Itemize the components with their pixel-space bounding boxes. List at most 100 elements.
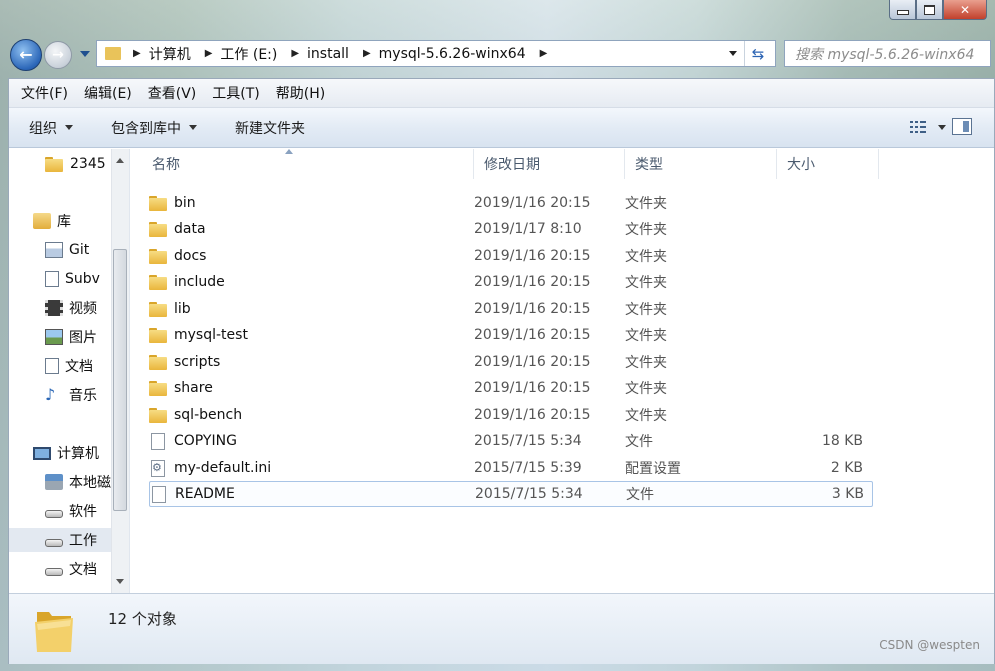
folder-icon: [149, 274, 167, 290]
file-name: mysql-test: [174, 327, 248, 343]
file-type: 文件: [626, 487, 654, 503]
breadcrumb-computer[interactable]: 计算机: [149, 44, 191, 64]
file-row[interactable]: COPYING 2015/7/15 5:34 文件 18 KB: [149, 428, 873, 454]
breadcrumb-mysql[interactable]: mysql-5.6.26-winx64: [379, 46, 526, 62]
file-row[interactable]: mysql-test 2019/1/16 20:15 文件夹: [149, 322, 873, 348]
nav-item-videos[interactable]: 视频: [45, 296, 97, 320]
watermark: CSDN @wespten: [879, 638, 980, 652]
breadcrumb-arrow-icon[interactable]: ▶: [363, 48, 371, 59]
file-row[interactable]: lib 2019/1/16 20:15 文件夹: [149, 296, 873, 322]
menu-edit[interactable]: 编辑(E): [76, 83, 140, 103]
scroll-down-icon[interactable]: [116, 579, 124, 584]
column-header-size[interactable]: 大小: [777, 149, 879, 179]
menu-file[interactable]: 文件(F): [13, 83, 76, 103]
nav-item-2345[interactable]: 2345: [45, 152, 106, 176]
close-button[interactable]: ✕: [943, 0, 987, 20]
file-row[interactable]: docs 2019/1/16 20:15 文件夹: [149, 243, 873, 269]
refresh-icon[interactable]: ⇆: [749, 45, 767, 63]
local-disk-icon: [45, 474, 63, 490]
nav-item-pictures[interactable]: 图片: [45, 325, 97, 349]
minimize-button[interactable]: [889, 0, 916, 20]
picture-icon: [45, 329, 63, 345]
file-row[interactable]: bin 2019/1/16 20:15 文件夹: [149, 190, 873, 216]
nav-item-local-disk[interactable]: 本地磁: [45, 470, 111, 494]
organize-button[interactable]: 组织: [29, 118, 73, 138]
recent-pages-dropdown[interactable]: [80, 51, 90, 57]
folder-icon: [105, 47, 121, 60]
nav-item-label: Subv: [65, 271, 100, 287]
file-row[interactable]: scripts 2019/1/16 20:15 文件夹: [149, 349, 873, 375]
scroll-up-icon[interactable]: [116, 158, 124, 163]
include-in-library-label: 包含到库中: [111, 120, 181, 137]
menu-tools[interactable]: 工具(T): [204, 83, 267, 103]
file-type: 文件夹: [625, 222, 667, 238]
drive-icon: [45, 568, 63, 576]
maximize-button[interactable]: [916, 0, 943, 20]
nav-item-documents[interactable]: 文档: [45, 354, 93, 378]
column-header-name[interactable]: 名称: [130, 149, 474, 179]
column-header-type[interactable]: 类型: [625, 149, 777, 179]
menu-help[interactable]: 帮助(H): [268, 83, 333, 103]
file-date: 2019/1/16 20:15: [474, 327, 591, 343]
new-folder-button[interactable]: 新建文件夹: [235, 118, 305, 138]
view-options-icon[interactable]: [910, 120, 928, 134]
file-date: 2015/7/15 5:34: [474, 433, 582, 449]
file-row[interactable]: sql-bench 2019/1/16 20:15 文件夹: [149, 402, 873, 428]
breadcrumb-arrow-icon[interactable]: ▶: [205, 48, 213, 59]
chevron-down-icon: [65, 125, 73, 130]
file-row[interactable]: data 2019/1/17 8:10 文件夹: [149, 216, 873, 242]
breadcrumb-arrow-icon[interactable]: ▶: [540, 48, 548, 59]
file-row[interactable]: README 2015/7/15 5:34 文件 3 KB: [149, 481, 873, 507]
preview-pane-icon[interactable]: [952, 118, 972, 135]
forward-button[interactable]: →: [44, 41, 72, 69]
file-type: 文件夹: [625, 381, 667, 397]
scroll-thumb[interactable]: [113, 249, 127, 511]
back-button[interactable]: ←: [10, 39, 42, 71]
folder-icon: [149, 407, 167, 423]
nav-item-libraries[interactable]: 库: [33, 209, 71, 233]
column-header-label: 大小: [787, 157, 815, 173]
view-dropdown-icon[interactable]: [938, 125, 946, 130]
file-name: bin: [174, 195, 196, 211]
breadcrumb-drive-e[interactable]: 工作 (E:): [220, 44, 277, 64]
folder-icon: [149, 327, 167, 343]
organize-label: 组织: [29, 120, 57, 137]
file-list: 名称 修改日期 类型 大小 bin 2019/1/16 20:15 文件夹 da…: [130, 149, 994, 593]
file-row[interactable]: share 2019/1/16 20:15 文件夹: [149, 375, 873, 401]
drive-icon: [45, 539, 63, 547]
ini-file-icon: [151, 459, 165, 477]
nav-scrollbar[interactable]: [111, 149, 129, 593]
column-header-label: 类型: [635, 157, 663, 173]
address-dropdown-icon[interactable]: [729, 51, 737, 56]
search-input[interactable]: 搜索 mysql-5.6.26-winx64: [784, 40, 991, 67]
nav-item-label: 视频: [69, 301, 97, 317]
file-row[interactable]: my-default.ini 2015/7/15 5:39 配置设置 2 KB: [149, 455, 873, 481]
column-header-label: 修改日期: [484, 157, 540, 173]
breadcrumb-arrow-icon[interactable]: ▶: [133, 48, 141, 59]
column-header-date[interactable]: 修改日期: [474, 149, 625, 179]
nav-item-drive-software[interactable]: 软件: [45, 499, 97, 523]
address-bar[interactable]: ▶ 计算机 ▶ 工作 (E:) ▶ install ▶ mysql-5.6.26…: [96, 40, 776, 67]
file-type: 文件夹: [625, 355, 667, 371]
include-in-library-button[interactable]: 包含到库中: [111, 118, 197, 138]
file-date: 2019/1/16 20:15: [474, 301, 591, 317]
folder-icon: [149, 248, 167, 264]
nav-item-git[interactable]: Git: [45, 238, 89, 262]
nav-item-music[interactable]: ♪ 音乐: [45, 383, 97, 407]
file-name: docs: [174, 248, 207, 264]
menu-view[interactable]: 查看(V): [140, 83, 205, 103]
nav-item-subversion[interactable]: Subv: [45, 267, 100, 291]
file-row[interactable]: include 2019/1/16 20:15 文件夹: [149, 269, 873, 295]
navigation-pane: 2345 库 Git Subv 视频 图片 文档 ♪ 音乐 计算机 本地磁 软件…: [9, 149, 130, 593]
breadcrumb-arrow-icon[interactable]: ▶: [291, 48, 299, 59]
file-icon: [152, 485, 166, 503]
nav-item-drive-documents[interactable]: 文档: [45, 557, 97, 581]
nav-item-label: 库: [57, 214, 71, 230]
breadcrumb-install[interactable]: install: [307, 46, 349, 62]
file-type: 文件夹: [625, 275, 667, 291]
file-type: 文件夹: [625, 196, 667, 212]
nav-item-computer[interactable]: 计算机: [33, 441, 99, 465]
folder-icon: [149, 195, 167, 211]
file-date: 2019/1/16 20:15: [474, 248, 591, 264]
forward-arrow-icon: →: [52, 47, 64, 63]
